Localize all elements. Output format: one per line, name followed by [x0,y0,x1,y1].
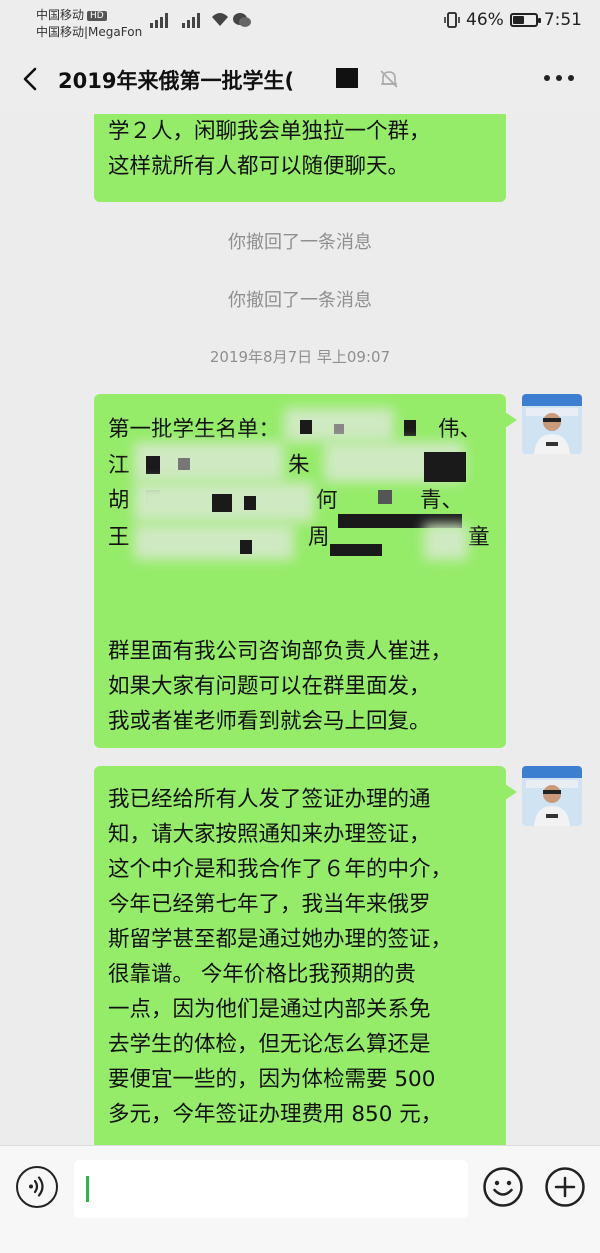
message-body: 群里面有我公司咨询部负责人崔进， 如果大家有问题可以在群里面发， 我或者崔老师看… [108,634,452,739]
avatar[interactable] [522,394,582,454]
redaction-mark [378,490,392,504]
redaction-mark [244,496,256,510]
message-line: 今年已经第七年了，我当年来俄罗 [108,892,431,917]
status-right: 46% 7:51 [444,10,582,30]
avatar-photo [522,766,582,826]
message-line: 知，请大家按照通知来办理签证， [108,822,431,847]
recall-notice: 你撤回了一条消息 [228,232,372,253]
wechat-notification-icon [233,13,251,27]
chat-title: 2019年来俄第一批学生( [58,69,295,93]
message-fragment: 胡 [108,488,130,513]
voice-icon[interactable] [16,1166,58,1208]
message-line: 我或者崔老师看到就会马上回复。 [108,709,431,734]
message-fragment: 童 [468,525,490,550]
carrier-secondary: 中国移动|MegaFon [36,25,143,39]
message-fragment: 朱 [288,453,310,478]
plus-icon[interactable] [544,1166,586,1208]
vibrate-icon [444,12,460,28]
redaction-mark [424,452,466,482]
message-line: 学２人，闲聊我会单独拉一个群， [108,119,431,144]
redaction-mark [336,68,358,88]
message-fragment: 周 [308,525,330,550]
carrier-primary: 中国移动 HD [36,6,107,23]
battery-percent: 46% [466,10,504,30]
message-line: 一点，因为他们是通过内部关系免 [108,997,431,1022]
redaction-mark [178,458,190,470]
message-line: 要便宜一些的，因为体检需要 500 [108,1067,436,1092]
chat-header: 2019年来俄第一批学生( [0,44,600,114]
wifi-icon [212,13,228,26]
message-line: 如果大家有问题可以在群里面发， [108,674,431,699]
message-line: 这个中介是和我合作了６年的中介， [108,857,453,882]
battery-icon [509,13,541,27]
message-line: 斯留学甚至都是通过她办理的签证， [108,927,453,952]
message-fragment: 王 [108,525,130,550]
avatar[interactable] [522,766,582,826]
message-line: 这样就所有人都可以随便聊天。 [108,154,410,179]
status-bar: 中国移动 HD 中国移动|MegaFon 46% 7:51 [0,0,600,44]
signal-icon [150,12,168,28]
message-timestamp: 2019年8月7日 早上09:07 [209,348,391,366]
redaction-mark [212,494,232,512]
redaction-mark [334,424,344,434]
emoji-icon[interactable] [482,1166,524,1208]
redaction-mark [240,540,252,554]
redaction-blur [134,524,294,560]
back-icon[interactable] [16,64,46,94]
message-line: 很靠谱。 今年价格比我预期的贵 [108,962,416,987]
hd-badge: HD [87,11,107,21]
redaction-blur [424,524,468,560]
redaction-mark [404,420,416,436]
text-caret [86,1176,89,1202]
message-input[interactable] [74,1160,468,1218]
message-bubble-3[interactable]: 我已经给所有人发了签证办理的通 知，请大家按照通知来办理签证， 这个中介是和我合… [94,766,517,1145]
message-fragment: 青、 [420,488,464,513]
chat-area[interactable]: 学２人，闲聊我会单独拉一个群， 这样就所有人都可以随便聊天。 你撤回了一条消息 … [0,114,600,1145]
message-line: 我已经给所有人发了签证办理的通 [108,787,431,812]
message-fragment: 江 [108,453,130,478]
message-bubble-2[interactable]: 第一批学生名单： 伟、 江 朱 胡 何 青、 王 周 童 群里面有我公司咨询部负… [94,394,517,748]
more-icon[interactable] [544,75,574,81]
redaction-mark [300,420,312,434]
clock: 7:51 [543,10,582,30]
message-line: 去学生的体检，但无论怎么算还是 [108,1032,431,1057]
avatar-photo [522,394,582,454]
recall-notice: 你撤回了一条消息 [228,290,372,311]
message-bubble-1[interactable]: 学２人，闲聊我会单独拉一个群， 这样就所有人都可以随便聊天。 [94,114,506,202]
message-line: 多元，今年签证办理费用 850 元， [108,1102,443,1127]
message-fragment: 何 [316,488,338,513]
redaction-mark [330,544,382,556]
redaction-mark [146,456,160,474]
mute-bell-icon [380,70,398,88]
signal-icon-2 [182,12,200,28]
message-line: 群里面有我公司咨询部负责人崔进， [108,639,453,664]
input-bar [0,1145,600,1253]
